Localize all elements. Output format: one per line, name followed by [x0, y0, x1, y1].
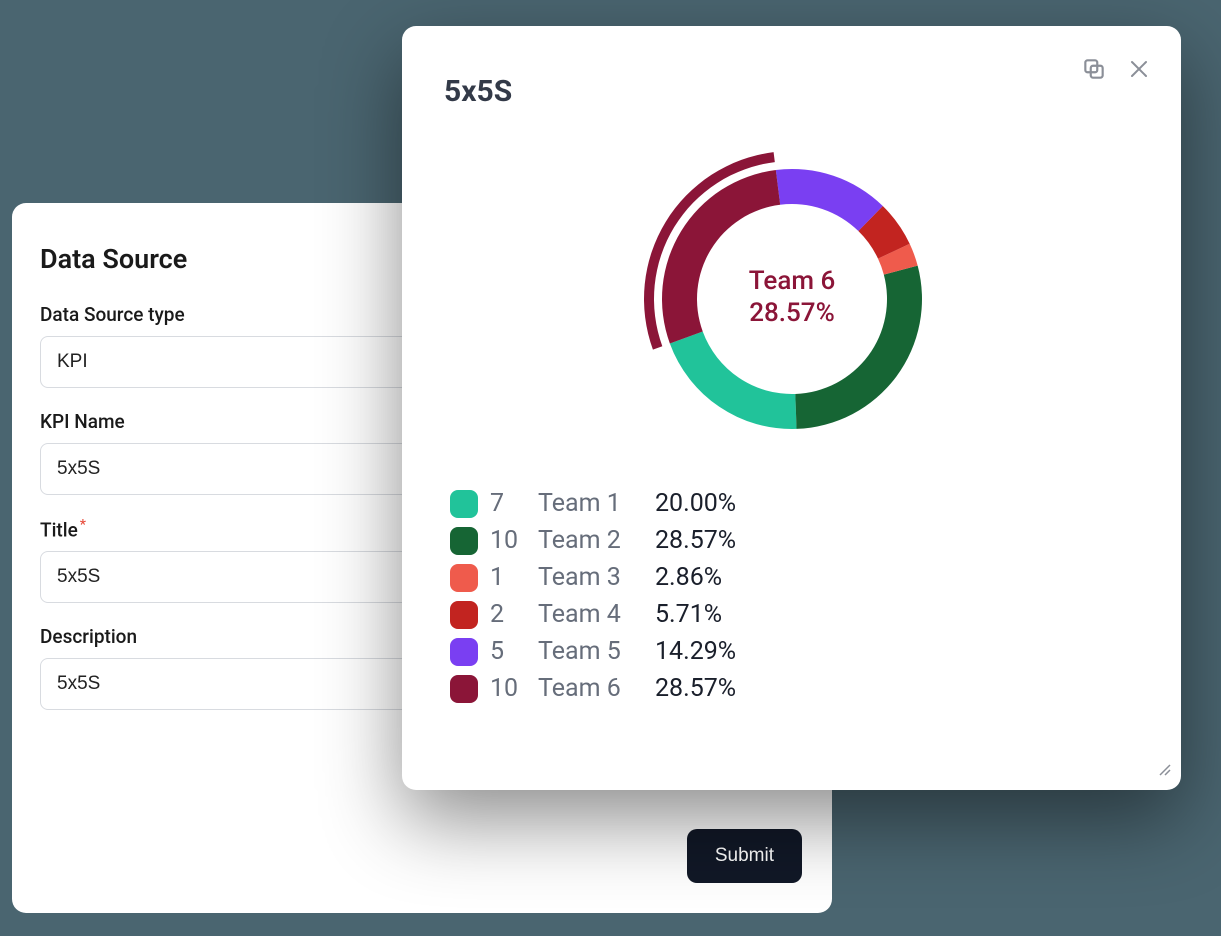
legend-swatch	[450, 490, 478, 518]
chart-panel: 5x5S Team 6 28.57% 7 Team 1 20.00% 10 Team 2…	[402, 26, 1181, 790]
legend-percent: 28.57%	[655, 674, 736, 703]
legend-count: 7	[490, 489, 526, 518]
legend-count: 5	[490, 637, 526, 666]
legend-percent: 14.29%	[655, 637, 736, 666]
donut-center-name: Team 6	[748, 266, 834, 296]
submit-button[interactable]: Submit	[687, 829, 802, 883]
close-icon[interactable]	[1127, 57, 1151, 81]
legend-name: Team 4	[538, 600, 643, 629]
required-asterisk: *	[80, 517, 86, 533]
legend-count: 1	[490, 563, 526, 592]
copy-icon[interactable]	[1081, 56, 1107, 82]
legend-swatch	[450, 601, 478, 629]
legend-percent: 2.86%	[655, 563, 722, 592]
donut-center-value: 28.57%	[749, 298, 834, 328]
legend-swatch	[450, 638, 478, 666]
legend-name: Team 2	[538, 526, 643, 555]
donut-chart: Team 6 28.57%	[444, 139, 1139, 459]
legend-name: Team 1	[538, 489, 643, 518]
legend-count: 10	[490, 526, 526, 555]
legend-count: 10	[490, 674, 526, 703]
donut-segment[interactable]	[775, 169, 882, 231]
legend-row[interactable]: 1 Team 3 2.86%	[450, 563, 1139, 592]
legend-swatch	[450, 564, 478, 592]
label-title-text: Title	[40, 518, 78, 541]
chart-controls	[1081, 56, 1151, 82]
legend-row[interactable]: 10 Team 6 28.57%	[450, 674, 1139, 703]
legend-row[interactable]: 7 Team 1 20.00%	[450, 489, 1139, 518]
legend-row[interactable]: 5 Team 5 14.29%	[450, 637, 1139, 666]
legend-name: Team 3	[538, 563, 643, 592]
chart-title: 5x5S	[444, 74, 1139, 109]
donut-segment[interactable]	[669, 331, 796, 429]
legend-percent: 20.00%	[655, 489, 736, 518]
legend-row[interactable]: 2 Team 4 5.71%	[450, 600, 1139, 629]
legend-percent: 5.71%	[655, 600, 722, 629]
legend-name: Team 5	[538, 637, 643, 666]
legend-name: Team 6	[538, 674, 643, 703]
legend-count: 2	[490, 600, 526, 629]
chart-legend: 7 Team 1 20.00% 10 Team 2 28.57% 1 Team 3 2.86% 2…	[444, 489, 1139, 703]
legend-swatch	[450, 527, 478, 555]
resize-handle-icon[interactable]	[1157, 761, 1171, 780]
legend-swatch	[450, 675, 478, 703]
legend-percent: 28.57%	[655, 526, 736, 555]
legend-row[interactable]: 10 Team 2 28.57%	[450, 526, 1139, 555]
